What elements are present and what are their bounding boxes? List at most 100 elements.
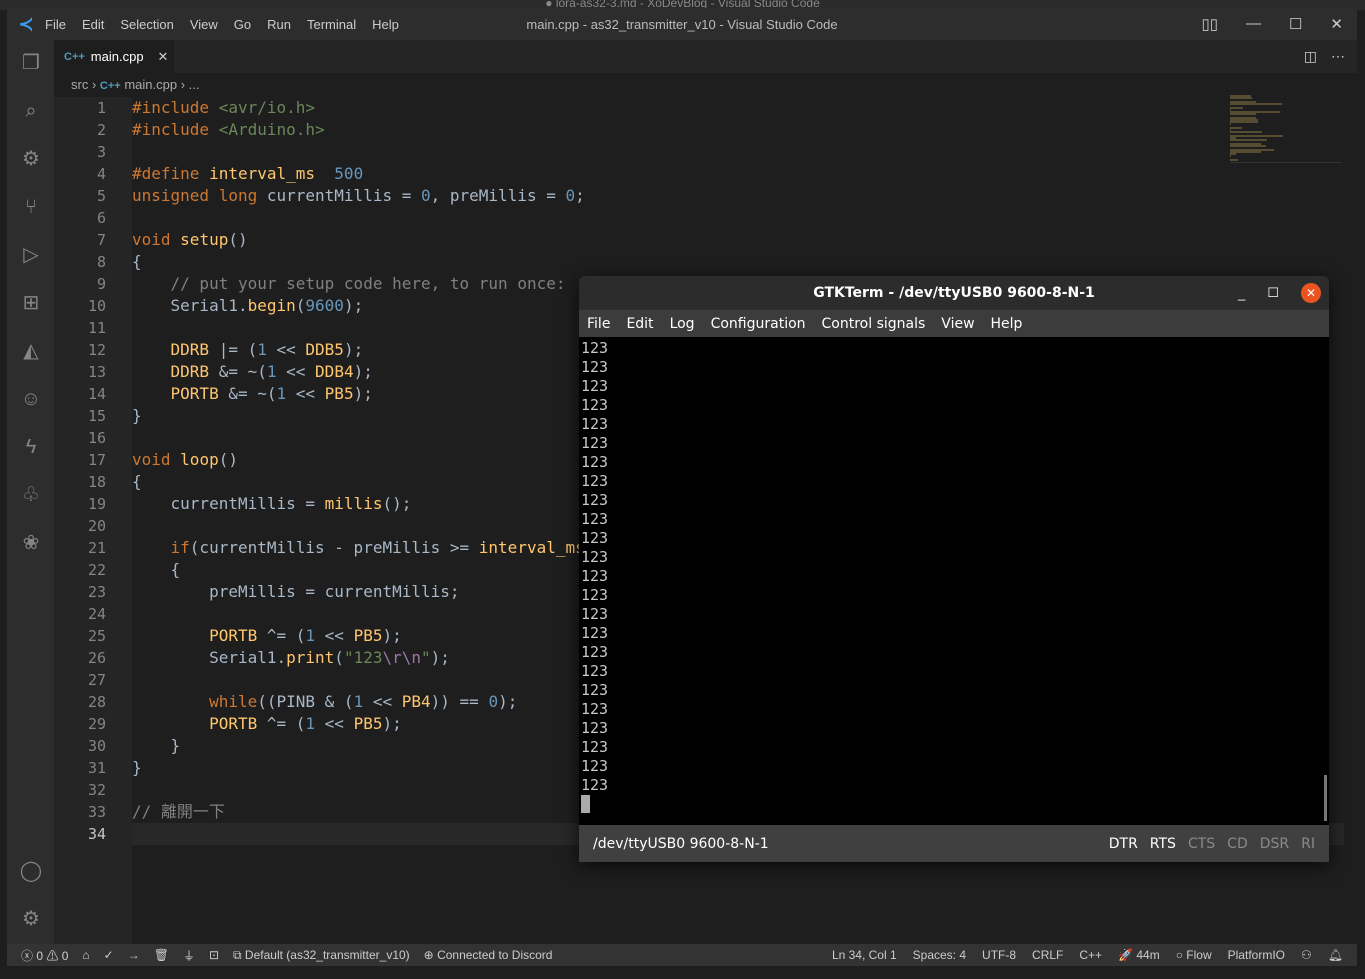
code-token-p: ); [343, 296, 364, 315]
explorer-icon[interactable]: ❐ [18, 50, 44, 76]
minimap[interactable] [1230, 95, 1342, 163]
arrow-right-icon[interactable]: → [128, 948, 140, 962]
port-settings: /dev/ttyUSB0 9600-8-N-1 [593, 835, 769, 852]
code-token-p: } [132, 758, 142, 777]
split-editor-icon[interactable]: ◫ [1304, 48, 1317, 65]
close-button[interactable]: ✕ [1330, 15, 1343, 33]
discord-status[interactable]: ⊕ Connected to Discord [424, 948, 553, 962]
paw-icon[interactable]: ❀ [18, 530, 44, 556]
lightning-icon[interactable]: ϟ [18, 434, 44, 460]
feedback-icon[interactable]: ⚇ [1301, 948, 1312, 962]
code-token-p: ( [334, 648, 344, 667]
terminal-line: 123 [581, 529, 609, 547]
line-ending[interactable]: CRLF [1032, 948, 1063, 962]
env-selector[interactable]: ⧉ Default (as32_transmitter_v10) [233, 948, 410, 963]
code-line: #include <avr/io.h> [132, 97, 315, 119]
gtk-menu-file[interactable]: File [587, 316, 610, 332]
run-debug-icon[interactable]: ▷ [18, 242, 44, 268]
source-control-icon[interactable]: ⑂ [18, 194, 44, 220]
tree-icon[interactable]: ♧ [18, 482, 44, 508]
minimap-line [1230, 107, 1244, 109]
terminal-output[interactable]: 123 123 123 123 123 123 123 123 123 123 123 123 123 1… [579, 337, 1329, 825]
activity-bar: ❐ ⌕ ⚙ ⑂ ▷ ⊞ ◭ ☺ ϟ ♧ ❀ ◯ ⚙ [7, 40, 54, 944]
menu-edit[interactable]: Edit [82, 17, 104, 32]
terminal-line: 123 [581, 776, 609, 794]
terminal-line: 123 [581, 605, 609, 623]
gtk-close-button[interactable]: ✕ [1301, 283, 1321, 303]
line-number: 17 [87, 451, 106, 469]
tab-main-cpp[interactable]: C++ main.cpp ✕ [54, 40, 174, 73]
code-token-p: << [315, 626, 354, 645]
trash-icon[interactable]: 🗑 [154, 948, 169, 962]
menu-view[interactable]: View [190, 17, 218, 32]
encoding[interactable]: UTF-8 [982, 948, 1016, 962]
code-line: unsigned long currentMillis = 0, preMill… [132, 185, 585, 207]
accounts-icon[interactable]: ◯ [18, 858, 44, 884]
gtk-maximize-button[interactable]: ☐ [1267, 285, 1279, 301]
code-token-p: )) == [430, 692, 489, 711]
platformio-status[interactable]: PlatformIO [1228, 948, 1285, 962]
gtk-menu-help[interactable]: Help [991, 316, 1023, 332]
debug-icon[interactable]: ⚙ [18, 146, 44, 172]
platformio-icon[interactable]: ☺ [18, 386, 44, 412]
breadcrumb-file[interactable]: main.cpp [124, 77, 177, 92]
menu-selection[interactable]: Selection [120, 17, 173, 32]
azure-icon[interactable]: ◭ [18, 338, 44, 364]
gtk-menu-edit[interactable]: Edit [626, 316, 653, 332]
bell-icon[interactable]: 🔔︎ [1328, 948, 1343, 962]
terminal-line: 123 [581, 567, 609, 585]
line-number: 32 [87, 781, 106, 799]
gtk-menu-view[interactable]: View [941, 316, 974, 332]
code-line: Serial1.print("123\r\n"); [132, 647, 450, 669]
cpp-file-icon: C++ [99, 80, 121, 92]
code-token-kw: unsigned long [132, 186, 267, 205]
code-line: #define interval_ms 500 [132, 163, 363, 185]
terminal-scrollbar[interactable] [1324, 775, 1327, 821]
menu-help[interactable]: Help [372, 17, 399, 32]
menu-file[interactable]: File [45, 17, 66, 32]
terminal-line: 123 [581, 757, 609, 775]
minimize-button[interactable]: — [1246, 15, 1261, 33]
menu-terminal[interactable]: Terminal [307, 17, 356, 32]
code-token-p: ); [353, 362, 373, 381]
code-token-fn: loop [180, 450, 219, 469]
line-number: 11 [87, 319, 106, 337]
indentation[interactable]: Spaces: 4 [913, 948, 966, 962]
close-tab-icon[interactable]: ✕ [158, 49, 169, 65]
manage-gear-icon[interactable]: ⚙ [18, 906, 44, 932]
code-token-mac: PB5 [353, 714, 383, 733]
breadcrumb-symbol[interactable]: ... [189, 77, 200, 92]
plug-icon[interactable]: ⏚ [183, 947, 195, 964]
cpp-file-icon: C++ [64, 50, 85, 63]
error-count: 0 [36, 948, 44, 963]
gtk-minimize-button[interactable]: _ [1238, 286, 1245, 301]
search-icon[interactable]: ⌕ [18, 98, 44, 124]
maximize-button[interactable]: ☐ [1289, 15, 1302, 33]
check-icon[interactable]: ✓ [104, 948, 114, 962]
cursor-position[interactable]: Ln 34, Col 1 [832, 948, 897, 962]
extensions-icon[interactable]: ⊞ [18, 290, 44, 316]
problems-indicator[interactable]: ⓧ 0 ⚠ 0 [21, 947, 68, 964]
time-tracker[interactable]: 🚀 44m [1118, 948, 1160, 962]
gtk-menu-configuration[interactable]: Configuration [711, 316, 806, 332]
minimap-line [1230, 145, 1267, 147]
flow-status[interactable]: ○ Flow [1176, 948, 1212, 962]
line-number: 20 [87, 517, 106, 535]
more-actions-icon[interactable]: ⋯ [1331, 48, 1345, 65]
language-mode[interactable]: C++ [1079, 948, 1102, 962]
code-token-p: () [228, 230, 248, 249]
menu-go[interactable]: Go [234, 17, 251, 32]
terminal-icon[interactable]: ⊡ [209, 948, 219, 962]
line-number: 3 [96, 143, 106, 161]
breadcrumb-folder[interactable]: src [71, 77, 88, 92]
home-icon[interactable]: ⌂ [82, 948, 89, 962]
layout-icon[interactable]: ▯▯ [1201, 15, 1218, 33]
menu-run[interactable]: Run [267, 17, 291, 32]
gtk-menu-log[interactable]: Log [670, 316, 695, 332]
terminal-line: 123 [581, 396, 609, 414]
code-line: { [132, 559, 181, 581]
terminal-line: 123 [581, 472, 609, 490]
gtk-menu-control-signals[interactable]: Control signals [822, 316, 926, 332]
line-number: 29 [87, 715, 106, 733]
code-token-num: 0 [565, 186, 576, 205]
